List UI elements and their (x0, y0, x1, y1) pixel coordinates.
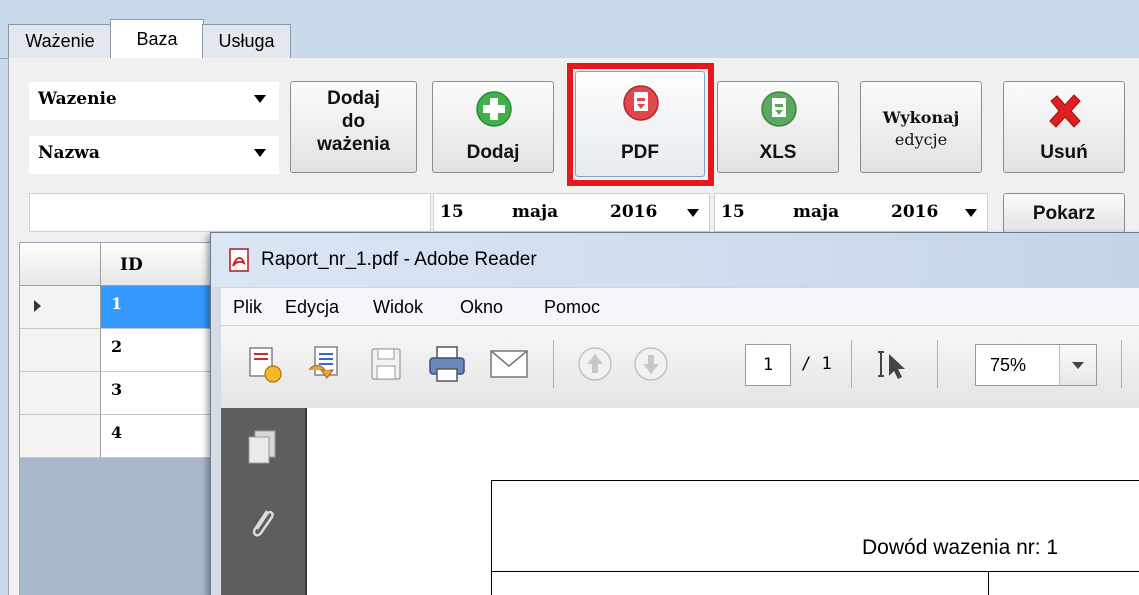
xls-button[interactable]: XLS (717, 81, 839, 173)
row-header[interactable] (20, 329, 101, 372)
date-from-year: 2016 (610, 202, 658, 222)
xls-export-icon (761, 91, 797, 127)
toolbar-divider (937, 340, 938, 388)
plus-icon (476, 91, 512, 127)
save-icon[interactable] (369, 346, 403, 382)
toolbar-divider (553, 340, 554, 388)
edit-button[interactable]: Wykonaj edycje (860, 81, 982, 173)
document-view[interactable]: Dowód wazenia nr: 1 (305, 408, 1139, 595)
menu-plik[interactable]: Plik (233, 297, 262, 318)
toolbar-divider (851, 340, 852, 388)
chevron-down-icon (965, 209, 977, 217)
menu-edycja[interactable]: Edycja (285, 297, 339, 318)
email-icon[interactable] (489, 348, 529, 380)
tab-baza[interactable]: Baza (110, 19, 204, 60)
date-to-day: 15 (721, 202, 745, 222)
edit-button-label-1: Wykonaj (882, 108, 960, 127)
date-from-day: 15 (440, 202, 464, 222)
date-to-year: 2016 (891, 202, 939, 222)
add-to-weighing-button[interactable]: Dodaj do ważenia (290, 81, 417, 173)
show-button-label: Pokarz (1032, 203, 1096, 224)
search-input[interactable] (29, 193, 431, 232)
chevron-down-icon (254, 95, 266, 103)
page-number-input[interactable]: 1 (745, 344, 791, 386)
add-to-weighing-label-3: ważenia (317, 134, 390, 155)
select-tool-icon[interactable] (873, 344, 913, 384)
date-from-month: maja (512, 202, 559, 222)
row-header[interactable] (20, 372, 101, 415)
tab-wazenie[interactable]: Ważenie (8, 24, 112, 58)
row-id: 2 (111, 337, 123, 356)
pages-panel-icon[interactable] (245, 428, 279, 468)
pdf-highlight-frame (567, 63, 714, 186)
table-row[interactable]: 4 (101, 415, 220, 458)
add-button-label: Dodaj (466, 142, 520, 163)
zoom-value: 75% (990, 355, 1027, 375)
menu-pomoc[interactable]: Pomoc (544, 297, 600, 318)
category-combo[interactable]: Wazenie (29, 82, 279, 120)
row-id: 4 (111, 423, 123, 442)
previous-page-icon[interactable] (577, 346, 613, 382)
adobe-reader-window: Raport_nr_1.pdf - Adobe Reader Plik Edyc… (210, 232, 1139, 595)
tab-usluga[interactable]: Usługa (202, 24, 291, 58)
reader-toolbar: 1 / 1 75% (221, 325, 1139, 409)
grid-header: ID (20, 243, 220, 286)
report-table: Dowód wazenia nr: 1 (491, 480, 1139, 595)
menu-okno[interactable]: Okno (460, 297, 503, 318)
grid-corner (20, 243, 101, 285)
attachments-icon[interactable] (245, 503, 279, 547)
grid-header-id[interactable]: ID (120, 255, 143, 275)
show-button[interactable]: Pokarz (1003, 193, 1125, 233)
add-to-weighing-label-1: Dodaj (327, 88, 380, 109)
table-row[interactable]: 2 (101, 329, 220, 372)
reader-title: Raport_nr_1.pdf - Adobe Reader (261, 249, 537, 270)
field-combo[interactable]: Nazwa (29, 136, 279, 174)
print-icon[interactable] (427, 344, 467, 384)
table-row[interactable]: 3 (101, 372, 220, 415)
records-grid: ID 1 2 3 4 (19, 242, 221, 595)
add-to-weighing-label-2: do (341, 111, 366, 132)
xls-button-label: XLS (759, 142, 797, 163)
application-window: Ważenie Baza Usługa Wazenie Nazwa Dodaj … (0, 0, 1139, 595)
page-total: / 1 (801, 354, 832, 374)
field-combo-value: Nazwa (38, 143, 100, 163)
toolbar-divider (1121, 340, 1122, 388)
date-from-picker[interactable]: 15 maja 2016 (433, 193, 710, 232)
current-row-icon (34, 300, 41, 312)
date-to-picker[interactable]: 15 maja 2016 (714, 193, 988, 232)
adobe-reader-icon (229, 248, 249, 272)
reader-title-bar[interactable]: Raport_nr_1.pdf - Adobe Reader (211, 233, 1139, 287)
menu-widok[interactable]: Widok (373, 297, 423, 318)
chevron-down-icon[interactable] (1059, 345, 1096, 385)
category-combo-value: Wazenie (38, 89, 117, 109)
reader-menu-bar: Plik Edycja Widok Okno Pomoc (221, 287, 1139, 326)
delete-button-label: Usuń (1040, 142, 1088, 163)
zoom-select[interactable]: 75% (975, 344, 1097, 386)
row-id: 1 (111, 294, 123, 313)
report-heading: Dowód wazenia nr: 1 (862, 536, 1059, 559)
delete-button[interactable]: Usuń (1003, 81, 1125, 173)
delete-x-icon (1049, 94, 1081, 128)
edit-button-label-2: edycje (894, 130, 948, 149)
row-header[interactable] (20, 286, 101, 329)
create-pdf-icon[interactable] (247, 344, 283, 384)
table-divider (988, 571, 989, 595)
chevron-down-icon (687, 209, 699, 217)
add-button[interactable]: Dodaj (432, 81, 554, 173)
export-pdf-icon[interactable] (307, 344, 343, 384)
tab-strip: Ważenie Baza Usługa (0, 0, 1139, 60)
table-row[interactable]: 1 (101, 286, 220, 329)
navigation-pane (221, 408, 305, 595)
table-divider (492, 571, 1139, 572)
chevron-down-icon (254, 149, 266, 157)
row-header[interactable] (20, 415, 101, 458)
date-to-month: maja (793, 202, 840, 222)
next-page-icon[interactable] (633, 346, 669, 382)
row-id: 3 (111, 380, 123, 399)
